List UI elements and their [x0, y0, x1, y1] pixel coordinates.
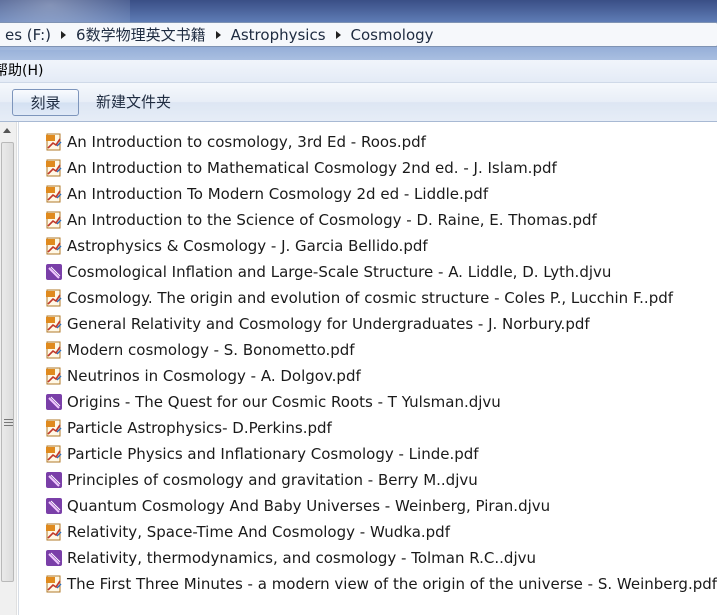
- menu-help[interactable]: 帮助(H): [0, 60, 43, 82]
- breadcrumb-cosmology[interactable]: Cosmology: [345, 26, 440, 44]
- file-row[interactable]: Cosmological Inflation and Large-Scale S…: [45, 259, 715, 285]
- file-name: Astrophysics & Cosmology - J. Garcia Bel…: [67, 237, 428, 255]
- file-name: Origins - The Quest for our Cosmic Roots…: [67, 393, 501, 411]
- file-name: Relativity, thermodynamics, and cosmolog…: [67, 549, 536, 567]
- file-name: An Introduction to Mathematical Cosmolog…: [67, 159, 557, 177]
- breadcrumb-books-folder[interactable]: 6数学物理英文书籍: [70, 24, 212, 45]
- file-name: An Introduction To Modern Cosmology 2d e…: [67, 185, 489, 203]
- pdf-file-icon: [46, 445, 62, 463]
- file-name: General Relativity and Cosmology for Und…: [67, 315, 590, 333]
- pdf-file-icon: [46, 367, 62, 385]
- file-row[interactable]: General Relativity and Cosmology for Und…: [45, 311, 715, 337]
- file-row[interactable]: Neutrinos in Cosmology - A. Dolgov.pdf: [45, 363, 715, 389]
- file-name: Quantum Cosmology And Baby Universes - W…: [67, 497, 551, 515]
- pdf-file-icon: [46, 315, 62, 333]
- file-row[interactable]: Origins - The Quest for our Cosmic Roots…: [45, 389, 715, 415]
- new-folder-button[interactable]: 新建文件夹: [80, 89, 187, 116]
- file-row[interactable]: An Introduction to Mathematical Cosmolog…: [45, 155, 715, 181]
- file-name: Neutrinos in Cosmology - A. Dolgov.pdf: [67, 367, 361, 385]
- file-row[interactable]: Modern cosmology - S. Bonometto.pdf: [45, 337, 715, 363]
- djvu-file-icon: [46, 264, 62, 280]
- chevron-right-icon[interactable]: [335, 30, 341, 39]
- pdf-file-icon: [46, 341, 62, 359]
- file-row[interactable]: The First Three Minutes - a modern view …: [45, 571, 717, 597]
- scrollbar-grip-icon: [4, 419, 13, 420]
- pdf-file-icon: [46, 419, 62, 437]
- file-name: An Introduction to cosmology, 3rd Ed - R…: [67, 133, 426, 151]
- pdf-file-icon: [46, 237, 62, 255]
- pdf-file-icon: [46, 185, 62, 203]
- file-name: Modern cosmology - S. Bonometto.pdf: [67, 341, 355, 359]
- window-title-bar: es (F:) 6数学物理英文书籍 Astrophysics Cosmology: [0, 0, 717, 60]
- pdf-file-icon: [46, 133, 62, 151]
- file-row[interactable]: Relativity, Space-Time And Cosmology - W…: [45, 519, 715, 545]
- chevron-right-icon[interactable]: [215, 30, 221, 39]
- file-name: The First Three Minutes - a modern view …: [67, 575, 717, 593]
- breadcrumb-astrophysics[interactable]: Astrophysics: [225, 26, 332, 44]
- burn-button[interactable]: 刻录: [12, 89, 79, 116]
- file-row[interactable]: Relativity, thermodynamics, and cosmolog…: [45, 545, 715, 571]
- djvu-file-icon: [46, 472, 62, 488]
- scrollbar-thumb[interactable]: [1, 142, 14, 582]
- nav-scrollbar[interactable]: [0, 122, 17, 615]
- pdf-file-icon: [46, 211, 62, 229]
- scroll-up-arrow-icon[interactable]: [3, 128, 11, 133]
- file-row[interactable]: Principles of cosmology and gravitation …: [45, 467, 715, 493]
- pdf-file-icon: [46, 523, 62, 541]
- file-name: Principles of cosmology and gravitation …: [67, 471, 478, 489]
- djvu-file-icon: [46, 498, 62, 514]
- file-row[interactable]: Particle Astrophysics- D.Perkins.pdf: [45, 415, 715, 441]
- navigation-pane: [0, 122, 19, 615]
- djvu-file-icon: [46, 394, 62, 410]
- address-bar[interactable]: es (F:) 6数学物理英文书籍 Astrophysics Cosmology: [0, 22, 717, 47]
- file-name: Relativity, Space-Time And Cosmology - W…: [67, 523, 450, 541]
- file-row[interactable]: An Introduction to cosmology, 3rd Ed - R…: [45, 129, 715, 155]
- file-list: An Introduction to cosmology, 3rd Ed - R…: [45, 129, 717, 597]
- pdf-file-icon: [46, 575, 62, 593]
- pdf-file-icon: [46, 159, 62, 177]
- file-row[interactable]: An Introduction to the Science of Cosmol…: [45, 207, 715, 233]
- pdf-file-icon: [46, 289, 62, 307]
- breadcrumb-drive[interactable]: es (F:): [0, 26, 57, 44]
- file-row[interactable]: Astrophysics & Cosmology - J. Garcia Bel…: [45, 233, 715, 259]
- file-name: Cosmological Inflation and Large-Scale S…: [67, 263, 612, 281]
- file-row[interactable]: Quantum Cosmology And Baby Universes - W…: [45, 493, 715, 519]
- file-name: Particle Astrophysics- D.Perkins.pdf: [67, 419, 332, 437]
- chevron-right-icon[interactable]: [61, 30, 67, 39]
- file-name: An Introduction to the Science of Cosmol…: [67, 211, 597, 229]
- menu-bar: 帮助(H): [0, 60, 717, 83]
- djvu-file-icon: [46, 550, 62, 566]
- file-row[interactable]: Particle Physics and Inflationary Cosmol…: [45, 441, 715, 467]
- file-name: Cosmology. The origin and evolution of c…: [67, 289, 674, 307]
- file-row[interactable]: An Introduction To Modern Cosmology 2d e…: [45, 181, 715, 207]
- file-row[interactable]: Cosmology. The origin and evolution of c…: [45, 285, 715, 311]
- file-name: Particle Physics and Inflationary Cosmol…: [67, 445, 479, 463]
- command-toolbar: 刻录 新建文件夹: [0, 83, 717, 122]
